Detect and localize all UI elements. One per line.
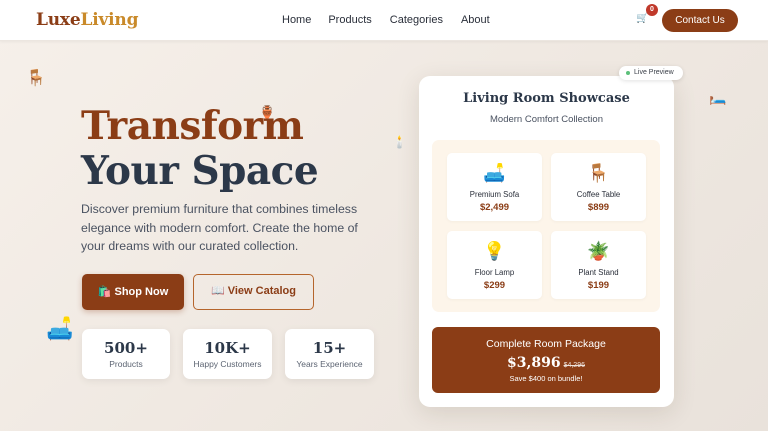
stat-value: 500+ [104,339,148,357]
main-nav: Home Products Categories About [282,14,490,26]
product-price: $299 [483,280,506,291]
hero-title: Transform Your Space [81,103,319,194]
stat-card-products: 500+ Products [82,329,170,379]
stat-label: Products [109,359,143,369]
live-preview-label: Live Preview [634,69,674,76]
product-price: $2,499 [479,202,510,213]
stat-card-customers: 10K+ Happy Customers [183,329,272,379]
site-header: LuxeLiving Home Products Categories Abou… [0,0,768,41]
package-savings: Save $400 on bundle! [509,374,583,383]
logo-part-luxe: Luxe [36,10,81,30]
sofa-icon: 🛋️ [483,163,506,183]
view-catalog-button[interactable]: 📖 View Catalog [193,274,314,310]
product-card-coffee-table[interactable]: 🪑 Coffee Table $899 [551,153,646,221]
hero-title-line2: Your Space [81,148,319,194]
stat-label: Happy Customers [193,359,262,369]
bed-decor-icon: 🛏️ [709,89,727,105]
product-price: $199 [587,280,610,291]
shop-now-button[interactable]: 🛍️ Shop Now [82,274,184,310]
package-pricing: $3,896 $4,296 [432,355,660,374]
nav-products[interactable]: Products [328,14,371,26]
stat-value: 15+ [312,339,347,357]
product-name: Plant Stand [578,268,619,277]
chair-decor-icon: 🪑 [26,70,46,87]
product-card-sofa[interactable]: 🛋️ Premium Sofa $2,499 [447,153,542,221]
cart-count-badge: 0 [646,4,658,16]
candle-decor-icon: 🕯️ [392,135,407,149]
live-dot-icon [626,71,630,75]
logo-part-living: Living [80,10,139,30]
package-price: $3,896 [506,355,561,371]
product-name: Floor Lamp [474,268,515,277]
hero-title-line1: Transform [81,103,304,149]
live-preview-badge: Live Preview [619,66,683,80]
product-name: Coffee Table [576,190,621,199]
sofa-decor-icon: 🛋️ [46,316,74,341]
showcase-subtitle: Modern Comfort Collection [490,114,603,125]
package-old-price: $4,296 [563,362,585,369]
product-price: $899 [587,202,610,213]
product-card-plant-stand[interactable]: 🪴 Plant Stand $199 [551,231,646,299]
product-name: Premium Sofa [469,190,520,199]
nav-about[interactable]: About [461,14,490,26]
light-bulb-icon: 💡 [483,241,506,261]
chair-icon: 🪑 [587,163,610,183]
product-card-floor-lamp[interactable]: 💡 Floor Lamp $299 [447,231,542,299]
showcase-title: Living Room Showcase [463,91,630,106]
hero-description: Discover premium furniture that combines… [81,202,358,253]
package-title: Complete Room Package [486,338,606,350]
stat-value: 10K+ [204,339,251,357]
nav-categories[interactable]: Categories [390,14,443,26]
contact-us-button[interactable]: Contact Us [662,9,738,32]
stat-label: Years Experience [296,359,363,369]
nav-home[interactable]: Home [282,14,311,26]
potted-plant-icon: 🪴 [587,241,610,261]
room-package-banner[interactable]: Complete Room Package $3,896 $4,296 Save … [432,327,660,393]
stat-card-experience: 15+ Years Experience [285,329,374,379]
logo[interactable]: LuxeLiving [36,10,138,30]
